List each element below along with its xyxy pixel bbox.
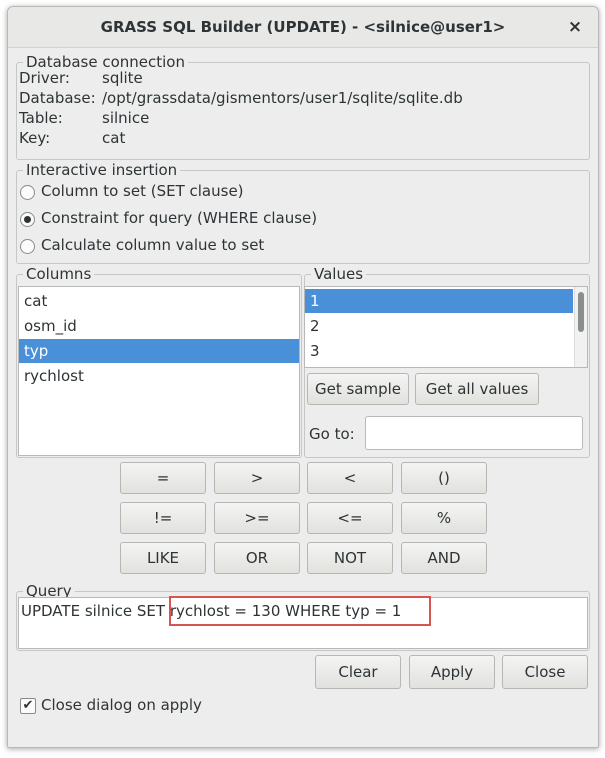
goto-input[interactable] [365,416,583,450]
columns-frame: Columns cat osm_id typ rychlost [16,264,302,458]
table-label: Table: [19,109,63,127]
value-item-2[interactable]: 2 [305,314,573,338]
radio-calculate-value-label[interactable]: Calculate column value to set [41,235,264,255]
get-sample-button[interactable]: Get sample [307,373,409,405]
values-frame: Values 1 2 3 Get sample Get all values G… [304,264,590,458]
interactive-insertion-frame: Interactive insertion Column to set (SET… [16,160,590,264]
columns-listbox[interactable]: cat osm_id typ rychlost [18,286,300,456]
radio-where-clause-label[interactable]: Constraint for query (WHERE clause) [41,208,317,228]
driver-label: Driver: [19,69,70,87]
column-item-cat[interactable]: cat [19,289,299,313]
radio-calculate-value[interactable] [20,239,35,254]
database-connection-frame: Database connection Driver: sqlite Datab… [16,52,590,160]
operator-like-button[interactable]: LIKE [120,542,206,574]
query-textarea[interactable]: UPDATE silnice SET rychlost = 130 WHERE … [18,597,588,649]
apply-button[interactable]: Apply [409,655,495,689]
table-value: silnice [102,109,150,127]
radio-where-clause[interactable] [20,212,35,227]
operator-less-equal-button[interactable]: <= [307,502,393,534]
operator-not-equal-button[interactable]: != [120,502,206,534]
operator-or-button[interactable]: OR [214,542,300,574]
interactive-insertion-legend: Interactive insertion [23,160,181,180]
radio-set-clause-label[interactable]: Column to set (SET clause) [41,181,244,201]
values-legend: Values [311,264,367,284]
query-frame: Query UPDATE silnice SET rychlost = 130 … [16,581,590,651]
values-scrollbar[interactable] [574,287,587,367]
values-listbox[interactable]: 1 2 3 [304,286,588,368]
operator-greater-button[interactable]: > [214,462,300,494]
operator-equal-button[interactable]: = [120,462,206,494]
key-label: Key: [19,129,51,147]
driver-value: sqlite [102,69,143,87]
close-button[interactable]: Close [502,655,588,689]
window-title: GRASS SQL Builder (UPDATE) - <silnice@us… [100,18,506,36]
database-value: /opt/grassdata/gismentors/user1/sqlite/s… [102,89,463,107]
close-on-apply-label[interactable]: Close dialog on apply [41,695,202,715]
title-bar: GRASS SQL Builder (UPDATE) - <silnice@us… [8,7,598,48]
operator-parentheses-button[interactable]: () [401,462,487,494]
operator-less-button[interactable]: < [307,462,393,494]
column-item-osm-id[interactable]: osm_id [19,314,299,338]
query-text: UPDATE silnice SET rychlost = 130 WHERE … [21,602,402,620]
column-item-typ[interactable]: typ [19,339,299,363]
database-label: Database: [19,89,96,107]
value-item-3[interactable]: 3 [305,339,573,363]
operator-and-button[interactable]: AND [401,542,487,574]
key-value: cat [102,129,126,147]
goto-label: Go to: [309,425,355,443]
operator-percent-button[interactable]: % [401,502,487,534]
clear-button[interactable]: Clear [315,655,401,689]
operator-not-button[interactable]: NOT [307,542,393,574]
sql-builder-dialog: GRASS SQL Builder (UPDATE) - <silnice@us… [7,6,599,748]
radio-set-clause[interactable] [20,185,35,200]
close-on-apply-checkbox[interactable]: ✔ [20,698,36,714]
columns-legend: Columns [23,264,95,284]
values-scrollbar-thumb[interactable] [578,292,584,332]
close-window-icon[interactable]: × [564,16,586,38]
value-item-1[interactable]: 1 [305,289,573,313]
get-all-values-button[interactable]: Get all values [415,373,539,405]
column-item-rychlost[interactable]: rychlost [19,364,299,388]
operator-greater-equal-button[interactable]: >= [214,502,300,534]
